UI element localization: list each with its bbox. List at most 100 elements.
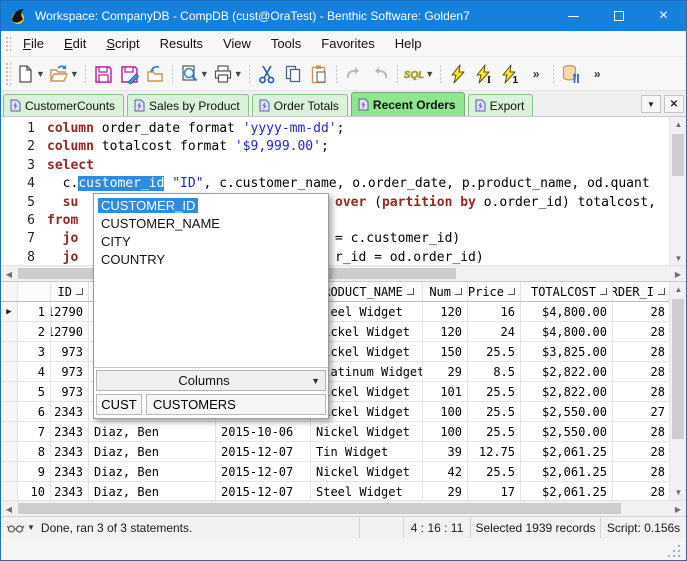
cell-order[interactable]: 28 [613, 382, 669, 401]
cell-id[interactable]: 973 [51, 342, 89, 361]
cell-total[interactable]: $2,061.25 [521, 442, 613, 461]
cell-id[interactable]: 2343 [51, 442, 89, 461]
overflow-chevron-button[interactable]: » [523, 60, 549, 88]
cell-order[interactable]: 28 [613, 342, 669, 361]
suggestion-city[interactable]: CITY [98, 233, 328, 251]
cell-order[interactable]: 28 [613, 362, 669, 381]
tab-order-totals[interactable]: Order Totals [251, 94, 348, 116]
sql-options-button[interactable]: SQL ▼ [402, 60, 436, 88]
print-button[interactable]: ▼ [211, 60, 245, 88]
cell-price[interactable]: 12.75 [468, 442, 521, 461]
revert-file-button[interactable] [142, 60, 168, 88]
cell-date[interactable]: 2015-12-07 [216, 482, 311, 500]
cell-num[interactable]: 101 [423, 382, 468, 401]
menu-edit[interactable]: Edit [54, 32, 96, 55]
cell-num[interactable]: 39 [423, 442, 468, 461]
suggestion-category-dropdown[interactable]: Columns ▼ [96, 370, 326, 391]
column-options-icon[interactable] [658, 288, 665, 295]
overflow-chevron-button[interactable]: » [584, 60, 610, 88]
menu-view[interactable]: View [213, 32, 261, 55]
cell-order[interactable]: 28 [613, 462, 669, 481]
column-suggestion-list[interactable]: CUSTOMER_ID CUSTOMER_NAME CITY COUNTRY [94, 194, 328, 368]
scroll-up-icon[interactable]: ▲ [670, 282, 686, 297]
column-options-icon[interactable] [508, 288, 515, 295]
cell-price[interactable]: 17 [468, 482, 521, 500]
maximize-button[interactable] [596, 1, 641, 31]
tab-recent-orders[interactable]: Recent Orders [350, 92, 465, 116]
save-button[interactable] [90, 60, 116, 88]
cell-total[interactable]: $2,061.25 [521, 462, 613, 481]
menu-help[interactable]: Help [385, 32, 432, 55]
cell-order[interactable]: 28 [613, 482, 669, 500]
cell-product[interactable]: Nickel Widget [311, 462, 423, 481]
scroll-right-icon[interactable]: ▶ [670, 266, 686, 282]
cell-id[interactable]: 2343 [51, 422, 89, 441]
cell-id[interactable]: 2343 [51, 462, 89, 481]
cell-date[interactable]: 2015-12-07 [216, 462, 311, 481]
suggestion-country[interactable]: COUNTRY [98, 251, 328, 269]
tab-close-button[interactable]: ✕ [664, 95, 684, 113]
cell-num[interactable]: 42 [423, 462, 468, 481]
tab-list-dropdown-button[interactable]: ▼ [641, 95, 661, 113]
cell-order[interactable]: 28 [613, 302, 669, 321]
cut-button[interactable] [254, 60, 280, 88]
cell-customer[interactable]: Diaz, Ben [89, 482, 216, 500]
cell-total[interactable]: $2,061.25 [521, 482, 613, 500]
cell-id[interactable]: 12790 [51, 322, 89, 341]
cell-total[interactable]: $2,550.00 [521, 402, 613, 421]
close-button[interactable]: × [641, 1, 686, 31]
status-options-button[interactable]: ▼ [7, 522, 35, 534]
editor-line[interactable]: 2 column totalcost format '$9,999.00'; [1, 138, 669, 156]
cell-product[interactable]: Steel Widget [311, 482, 423, 500]
cell-customer[interactable]: Diaz, Ben [89, 462, 216, 481]
scroll-down-icon[interactable]: ▼ [670, 485, 686, 500]
cell-num[interactable]: 150 [423, 342, 468, 361]
paste-button[interactable] [306, 60, 332, 88]
scroll-right-icon[interactable]: ▶ [670, 501, 686, 517]
undo-button[interactable] [367, 60, 393, 88]
grid-header-price[interactable]: Price [468, 282, 521, 301]
suggestion-customer_name[interactable]: CUSTOMER_NAME [98, 215, 328, 233]
grid-horizontal-scrollbar[interactable]: ◀ ▶ [1, 500, 686, 516]
cell-num[interactable]: 120 [423, 302, 468, 321]
cell-num[interactable]: 100 [423, 402, 468, 421]
cell-id[interactable]: 12790 [51, 302, 89, 321]
cell-id[interactable]: 973 [51, 362, 89, 381]
cell-order[interactable]: 27 [613, 402, 669, 421]
new-file-button[interactable]: ▼ [13, 60, 47, 88]
scroll-left-icon[interactable]: ◀ [1, 266, 17, 282]
cell-num[interactable]: 29 [423, 362, 468, 381]
execute-statement-button[interactable]: I [471, 60, 497, 88]
editor-line[interactable]: 4 c.customer_id "ID", c.customer_name, o… [1, 175, 669, 193]
cell-id[interactable]: 973 [51, 382, 89, 401]
menu-file[interactable]: File [13, 32, 54, 55]
grid-row[interactable]: 10 2343 Diaz, Ben 2015-12-07 Steel Widget 29 1… [1, 482, 669, 500]
cell-marker[interactable] [1, 422, 18, 441]
cell-date[interactable]: 2015-10-06 [216, 422, 311, 441]
grid-row[interactable]: 8 2343 Diaz, Ben 2015-12-07 Tin Widget 39 12.7… [1, 442, 669, 462]
cell-total[interactable]: $2,822.00 [521, 382, 613, 401]
cell-total[interactable]: $3,825.00 [521, 342, 613, 361]
cell-total[interactable]: $2,822.00 [521, 362, 613, 381]
open-file-button[interactable]: ▼ [47, 60, 81, 88]
cell-price[interactable]: 25.5 [468, 382, 521, 401]
cell-rownum[interactable]: 8 [18, 442, 51, 461]
grid-vertical-scrollbar[interactable]: ▲ ▼ [669, 282, 686, 500]
cell-price[interactable]: 25.5 [468, 342, 521, 361]
cell-rownum[interactable]: 4 [18, 362, 51, 381]
cell-total[interactable]: $4,800.00 [521, 322, 613, 341]
tab-customercounts[interactable]: CustomerCounts [3, 94, 125, 116]
grid-header-num[interactable]: Num [423, 282, 468, 301]
cell-rownum[interactable]: 1 [18, 302, 51, 321]
cell-customer[interactable]: Diaz, Ben [89, 442, 216, 461]
schema-owner-box[interactable]: CUST [96, 394, 142, 415]
cell-rownum[interactable]: 2 [18, 322, 51, 341]
cell-rownum[interactable]: 3 [18, 342, 51, 361]
cell-id[interactable]: 2343 [51, 482, 89, 500]
db-tools-button[interactable] [558, 60, 584, 88]
toolbar-grip[interactable] [4, 35, 11, 52]
scroll-left-icon[interactable]: ◀ [1, 501, 17, 517]
cell-product[interactable]: Nickel Widget [311, 422, 423, 441]
redo-button[interactable] [341, 60, 367, 88]
cell-num[interactable]: 29 [423, 482, 468, 500]
